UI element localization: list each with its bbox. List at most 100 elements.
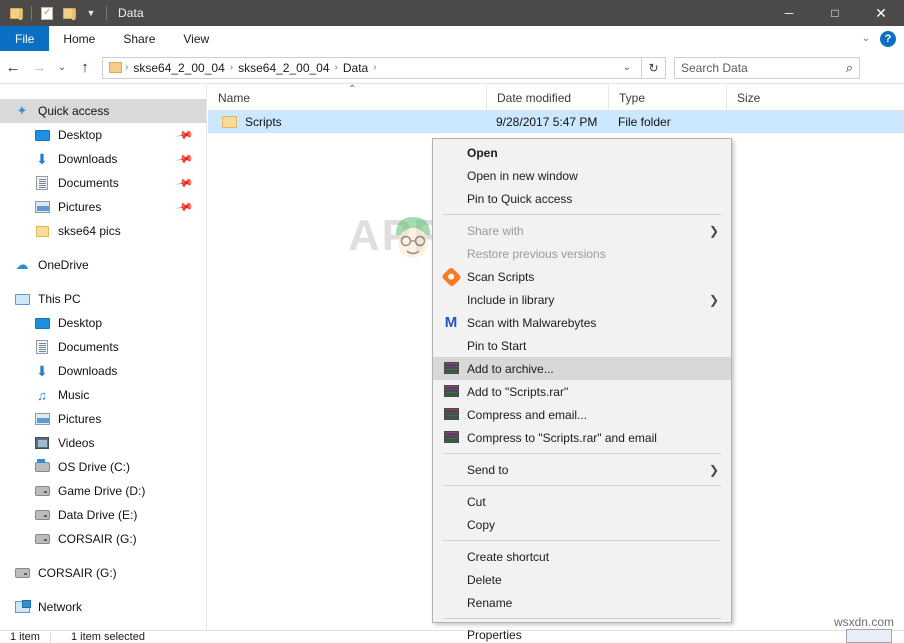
menu-item-share-with[interactable]: Share with ❯ (433, 219, 731, 242)
chevron-down-icon[interactable]: ⌄ (862, 33, 870, 44)
menu-item-include-in-library[interactable]: Include in library ❯ (433, 288, 731, 311)
sidebar-group-gap (0, 585, 206, 595)
music-icon: ♫ (34, 387, 50, 403)
menu-item-label: Pin to Start (467, 339, 526, 353)
menu-item-rename[interactable]: Rename (433, 591, 731, 614)
status-selection: 1 item selected (61, 631, 145, 643)
forward-button[interactable]: → (26, 55, 52, 81)
sidebar-item-os-drive-c[interactable]: OS Drive (C:) (0, 455, 206, 479)
videos-icon (34, 435, 50, 451)
customize-caret-icon[interactable]: ▼ (81, 3, 101, 23)
sidebar-item-label: Pictures (58, 412, 101, 426)
menu-item-open[interactable]: Open (433, 141, 731, 164)
sidebar-item-onedrive[interactable]: ☁ OneDrive (0, 253, 206, 277)
menu-item-open-in-new-window[interactable]: Open in new window (433, 164, 731, 187)
search-icon[interactable]: ⌕ (846, 60, 853, 76)
column-header-name[interactable]: Name ⌃ (208, 85, 486, 111)
search-box[interactable]: ⌕ (674, 57, 860, 79)
sidebar-item-pc-videos[interactable]: Videos (0, 431, 206, 455)
sidebar-item-documents[interactable]: Documents 📌 (0, 171, 206, 195)
sidebar-group-gap (0, 551, 206, 561)
menu-item-pin-to-quick-access[interactable]: Pin to Quick access (433, 187, 731, 210)
menu-item-label: Create shortcut (467, 550, 549, 564)
sidebar-item-pc-downloads[interactable]: ⬇ Downloads (0, 359, 206, 383)
menu-item-delete[interactable]: Delete (433, 568, 731, 591)
sidebar-item-downloads[interactable]: ⬇ Downloads 📌 (0, 147, 206, 171)
tab-share[interactable]: Share (109, 26, 169, 51)
toolbar-divider (31, 6, 32, 20)
sidebar-group-gap (0, 277, 206, 287)
sidebar-item-pictures[interactable]: Pictures 📌 (0, 195, 206, 219)
menu-item-create-shortcut[interactable]: Create shortcut (433, 545, 731, 568)
file-type-cell: File folder (608, 115, 726, 129)
context-menu[interactable]: Open Open in new window Pin to Quick acc… (432, 138, 732, 623)
file-name-cell[interactable]: Scripts (208, 115, 486, 129)
sidebar-item-network[interactable]: Network (0, 595, 206, 619)
breadcrumb-dropdown-icon[interactable]: ⌄ (617, 62, 637, 73)
file-name-label: Scripts (245, 115, 282, 129)
menu-item-copy[interactable]: Copy (433, 513, 731, 536)
tab-home[interactable]: Home (49, 26, 109, 51)
breadcrumb-item-2[interactable]: Data (338, 61, 373, 75)
sidebar-item-pc-pictures[interactable]: Pictures (0, 407, 206, 431)
sidebar-item-quick-access[interactable]: ✦ Quick access (0, 99, 206, 123)
column-header-size[interactable]: Size (726, 85, 801, 111)
menu-item-label: Send to (467, 463, 508, 477)
menu-item-add-to-archive[interactable]: Add to archive... (433, 357, 731, 380)
minimize-button[interactable]: ─ (766, 0, 812, 26)
menu-item-add-to-scripts-rar[interactable]: Add to "Scripts.rar" (433, 380, 731, 403)
back-button[interactable]: ← (0, 55, 26, 81)
navigation-pane[interactable]: ✦ Quick access Desktop 📌 ⬇ Downloads 📌 D… (0, 85, 207, 630)
sidebar-item-game-drive-d[interactable]: Game Drive (D:) (0, 479, 206, 503)
winrar-icon (443, 430, 459, 446)
recent-locations-icon[interactable]: ⌄ (52, 55, 72, 81)
star-pin-icon: ✦ (14, 103, 30, 119)
sidebar-item-pc-desktop[interactable]: Desktop (0, 311, 206, 335)
breadcrumb-item-1[interactable]: skse64_2_00_04 (233, 61, 334, 75)
menu-item-compress-to-scripts-rar-and-email[interactable]: Compress to "Scripts.rar" and email (433, 426, 731, 449)
sidebar-item-label: OneDrive (38, 258, 89, 272)
sidebar-item-pc-documents[interactable]: Documents (0, 335, 206, 359)
table-row[interactable]: Scripts 9/28/2017 5:47 PM File folder (208, 111, 904, 133)
sidebar-item-data-drive-e[interactable]: Data Drive (E:) (0, 503, 206, 527)
menu-separator (443, 453, 721, 454)
sidebar-item-pc-music[interactable]: ♫ Music (0, 383, 206, 407)
column-header-type[interactable]: Type (608, 85, 726, 111)
folder-icon[interactable] (6, 3, 26, 23)
menu-item-compress-and-email[interactable]: Compress and email... (433, 403, 731, 426)
menu-item-scan-with-malwarebytes[interactable]: M Scan with Malwarebytes (433, 311, 731, 334)
malwarebytes-icon: M (443, 315, 459, 331)
sidebar-item-skse64-pics[interactable]: skse64 pics (0, 219, 206, 243)
close-button[interactable]: ✕ (858, 0, 904, 26)
menu-item-label: Include in library (467, 293, 554, 307)
menu-item-cut[interactable]: Cut (433, 490, 731, 513)
ribbon-tab-bar: File Home Share View ⌄ ? (0, 26, 904, 52)
breadcrumb-item-0[interactable]: skse64_2_00_04 (128, 61, 229, 75)
menu-item-restore-previous-versions[interactable]: Restore previous versions (433, 242, 731, 265)
pin-icon: 📌 (176, 126, 195, 145)
os-drive-icon (34, 459, 50, 475)
menu-item-send-to[interactable]: Send to ❯ (433, 458, 731, 481)
sidebar-group-gap (0, 243, 206, 253)
tab-file[interactable]: File (0, 26, 49, 51)
refresh-button[interactable]: ↻ (642, 57, 666, 79)
menu-item-scan-scripts[interactable]: Scan Scripts (433, 265, 731, 288)
tab-view[interactable]: View (169, 26, 223, 51)
sidebar-item-corsair-g[interactable]: CORSAIR (G:) (0, 561, 206, 585)
new-folder-icon[interactable] (59, 3, 79, 23)
breadcrumb[interactable]: › skse64_2_00_04 › skse64_2_00_04 › Data… (102, 57, 642, 79)
sidebar-item-corsair-g-nested[interactable]: CORSAIR (G:) (0, 527, 206, 551)
column-label: Date modified (497, 91, 571, 105)
maximize-button[interactable]: □ (812, 0, 858, 26)
sidebar-item-this-pc[interactable]: This PC (0, 287, 206, 311)
search-input[interactable] (681, 61, 846, 75)
menu-separator (443, 618, 721, 619)
column-header-date-modified[interactable]: Date modified (486, 85, 608, 111)
sidebar-item-label: Data Drive (E:) (58, 508, 137, 522)
menu-item-pin-to-start[interactable]: Pin to Start (433, 334, 731, 357)
properties-checkmark-icon[interactable] (37, 3, 57, 23)
up-button[interactable]: ↑ (72, 55, 98, 81)
sidebar-item-desktop[interactable]: Desktop 📌 (0, 123, 206, 147)
help-icon[interactable]: ? (880, 31, 896, 47)
menu-item-properties[interactable]: Properties (433, 623, 731, 643)
